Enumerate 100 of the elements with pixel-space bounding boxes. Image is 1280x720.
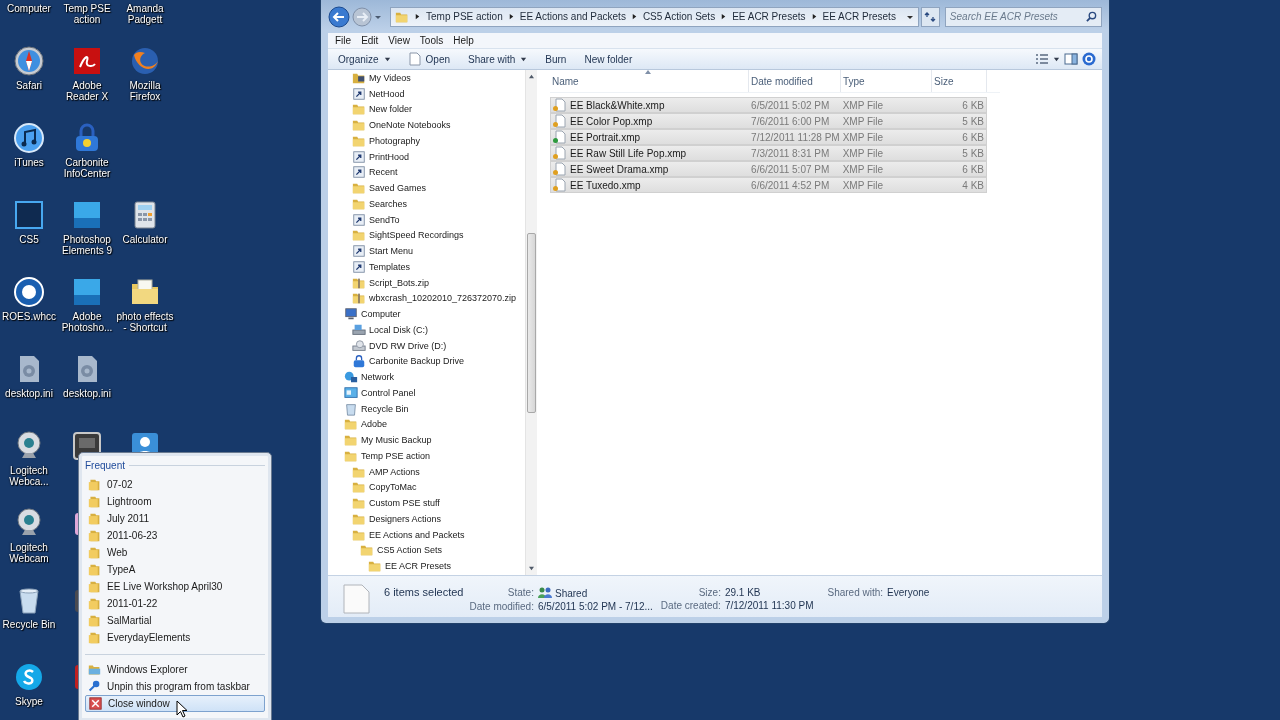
file-row[interactable]: EE Portrait.xmp 7/12/2011 11:28 PM XMP File 6 KB [550,129,987,145]
field-label: Shared with: [827,587,884,598]
jump-list-item[interactable]: July 2011 [85,510,265,527]
tree-item[interactable]: My Videos [328,70,525,86]
refresh-button[interactable] [920,6,940,27]
icon-label[interactable]: iTunes [0,157,59,168]
jump-list-item[interactable]: EE Live Workshop April30 [85,578,265,595]
jump-list-item[interactable]: Web [85,544,265,561]
column-header[interactable]: Name [550,70,749,92]
tree-item[interactable]: CopyToMac [328,479,525,496]
command-button[interactable]: New folder [577,51,640,67]
tree-item[interactable]: Control Panel [328,385,525,401]
icon-label[interactable]: Calculator [115,234,175,245]
tree-item[interactable]: Custom PSE stuff [328,495,525,511]
tree-item[interactable]: New folder [328,101,525,118]
task-item[interactable]: Unpin this program from taskbar [85,678,265,695]
tree-item[interactable]: Temp PSE action [328,448,525,464]
task-item[interactable]: Windows Explorer [85,661,265,678]
task-item[interactable]: Close window [85,695,265,712]
file-row[interactable]: EE Black&White.xmp 6/5/2011 5:02 PM XMP File 6 KB [550,97,987,113]
tree-item[interactable]: Templates [328,259,525,275]
jump-list-item[interactable]: Lightroom [85,493,265,510]
file-row[interactable]: EE Raw Still Life Pop.xmp 7/3/2011 8:31 PM XMP File 5 KB [550,145,987,161]
column-header[interactable]: Type [841,70,932,92]
command-button[interactable]: Burn [538,51,574,67]
jump-list-item[interactable]: EverydayElements [85,629,265,646]
tree-item[interactable]: DVD RW Drive (D:) [328,337,525,354]
tree-item[interactable]: Adobe [328,416,525,433]
tree-item[interactable]: Recent [328,164,525,181]
icon-label[interactable]: Recycle Bin [0,619,59,630]
icon-label[interactable]: Adobe Photosho... [57,311,117,333]
scrollbar[interactable] [525,70,537,575]
column-header[interactable]: Size [932,70,987,92]
icon-label[interactable]: Adobe Reader X [57,80,117,102]
icon-label[interactable]: photo effects - Shortcut [115,311,175,333]
tree-item[interactable]: Start Menu [328,243,525,259]
tree-item[interactable]: PrintHood [328,148,525,165]
menu-item[interactable]: Tools [414,35,449,46]
breadcrumb-item[interactable]: EE Actions and Packets [519,11,626,22]
menu-item[interactable]: File [330,35,357,46]
icon-label[interactable]: ROES.whcc [0,311,59,322]
address-bar[interactable]: Temp PSE action EE Actions and Packets CS5 Action Sets EE ACR Presets EE ACR Presets [390,6,919,27]
icon-label[interactable]: Logitech Webca... [0,465,59,487]
back-button[interactable] [328,5,350,28]
folder-icon [352,228,366,243]
menu-item[interactable]: Help [448,35,479,46]
tree-item[interactable]: OneNote Notebooks [328,117,525,133]
menu-item[interactable]: Edit [356,35,384,46]
tree-item[interactable]: CS5 Action Sets [328,542,525,559]
jump-list-item[interactable]: 2011-01-22 [85,595,265,612]
tree-item[interactable]: My Music Backup [328,432,525,448]
icon-label[interactable]: Computer [0,3,59,14]
command-button[interactable]: Share with [461,51,535,67]
tree-item[interactable]: Recycle Bin [328,400,525,417]
tree-item[interactable]: AMP Actions [328,463,525,480]
command-button[interactable]: Organize [331,51,398,67]
file-row[interactable]: EE Color Pop.xmp 7/6/2011 6:00 PM XMP File 5 KB [550,113,987,129]
jump-list-item[interactable]: 2011-06-23 [85,527,265,544]
file-row[interactable]: EE Tuxedo.xmp 6/6/2011 4:52 PM XMP File 4 KB [550,177,987,193]
tree-item[interactable]: Saved Games [328,180,525,196]
tree-item[interactable]: SendTo [328,211,525,228]
column-header[interactable]: Date modified [749,70,841,92]
icon-label[interactable]: Logitech Webcam [0,542,59,564]
breadcrumb-item[interactable]: EE ACR Presets [732,11,806,22]
scroll-thumb[interactable] [526,232,536,413]
table-cell-text: XMP File [841,99,885,111]
icon-label[interactable]: Temp PSE action [57,3,117,25]
jump-list-item[interactable]: 07-02 [85,476,265,493]
tree-item[interactable]: Designers Actions [328,511,525,527]
breadcrumb-item[interactable]: Temp PSE action [426,11,503,22]
jump-list-item[interactable]: TypeA [85,561,265,578]
icon-label[interactable]: Carbonite InfoCenter [57,157,117,179]
icon-label[interactable]: Mozilla Firefox [115,80,175,102]
icon-label[interactable]: Safari [0,80,59,91]
icon-label[interactable]: desktop.ini [57,388,117,399]
icon-label[interactable]: Photoshop Elements 9 [57,234,117,256]
tree-item[interactable]: Carbonite Backup Drive [328,353,525,370]
search-field[interactable]: Search EE ACR Presets [949,11,1086,22]
search-box[interactable]: Search EE ACR Presets [944,6,1102,27]
tree-item[interactable]: NetHood [328,85,525,102]
menu-item[interactable]: View [383,35,415,46]
icon-label[interactable]: desktop.ini [0,388,59,399]
tree-item[interactable]: Local Disk (C:) [328,322,525,338]
jump-list-item[interactable]: SalMartial [85,612,265,629]
tree-item[interactable]: EE Actions and Packets [328,526,525,543]
breadcrumb-item[interactable]: CS5 Action Sets [642,11,716,22]
tree-item[interactable]: EE ACR Presets [328,558,525,574]
icon-label[interactable]: Amanda Padgett [115,3,175,25]
file-row[interactable]: EE Sweet Drama.xmp 6/6/2011 5:07 PM XMP File 6 KB [550,161,987,177]
tree-item[interactable]: Photography [328,133,525,149]
icon-label[interactable]: CS5 [0,234,59,245]
tree-item[interactable]: Computer [328,306,525,322]
tree-item[interactable]: Script_Bots.zip [328,274,525,291]
breadcrumb-item[interactable]: EE ACR Presets [822,11,896,22]
icon-label[interactable]: Skype [0,696,59,707]
tree-item[interactable]: SightSpeed Recordings [328,227,525,244]
command-button[interactable]: Open [401,50,458,68]
tree-item[interactable]: Searches [328,196,525,212]
tree-item[interactable]: wbxcrash_10202010_726372070.zip [328,290,525,307]
tree-item[interactable]: Network [328,369,525,385]
